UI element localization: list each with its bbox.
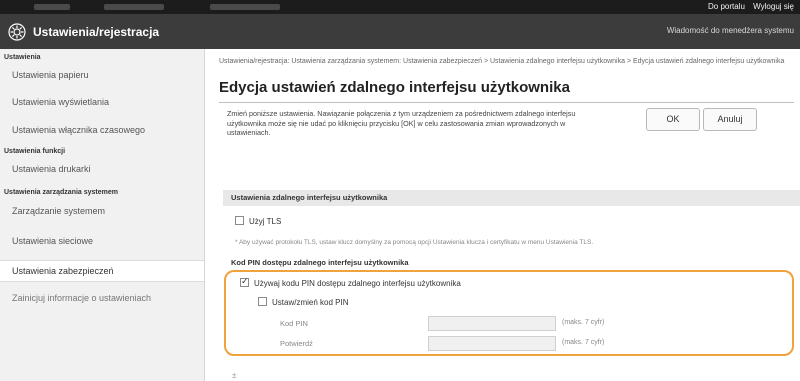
- sidebar-item-network-settings[interactable]: Ustawienia sieciowe: [0, 231, 204, 251]
- blurred-text: [34, 4, 70, 10]
- title-divider: [219, 102, 794, 103]
- use-pin-row[interactable]: Używaj kodu PIN dostępu zdalnego interfe…: [240, 276, 461, 289]
- cancel-button[interactable]: Anuluj: [703, 108, 757, 131]
- use-tls-label: Użyj TLS: [249, 217, 282, 226]
- page-title: Edycja ustawień zdalnego interfejsu użyt…: [219, 79, 570, 96]
- sidebar-item-system-management[interactable]: Zarządzanie systemem: [0, 201, 204, 221]
- title-bar: Ustawienia/rejestracja Wiadomość do mene…: [0, 14, 800, 49]
- portal-link[interactable]: Do portalu: [708, 2, 745, 11]
- pin-field-hint: (maks. 7 cyfr): [562, 319, 605, 326]
- confirm-pin-input[interactable]: [428, 336, 556, 351]
- use-pin-checkbox[interactable]: [240, 276, 249, 287]
- intro-text: Zmień poniższe ustawienia. Nawiązanie po…: [227, 109, 576, 137]
- sidebar-heading-system-management: Ustawienia zarządzania systemem: [4, 189, 118, 196]
- top-bar: Do portalu Wyloguj się: [0, 0, 800, 14]
- sidebar-item-initialize-settings[interactable]: Zainicjuj informacje o ustawieniach: [0, 288, 204, 308]
- set-pin-row[interactable]: Ustaw/zmień kod PIN: [258, 297, 348, 308]
- use-tls-checkbox[interactable]: [235, 216, 244, 225]
- use-tls-row[interactable]: Użyj TLS: [235, 216, 281, 227]
- pin-field-label: Kod PIN: [280, 319, 308, 328]
- use-pin-label: Używaj kodu PIN dostępu zdalnego interfe…: [254, 279, 461, 288]
- logout-link[interactable]: Wyloguj się: [753, 2, 794, 11]
- sidebar-heading-settings: Ustawienia: [4, 54, 41, 61]
- set-pin-label: Ustaw/zmień kod PIN: [272, 298, 349, 307]
- section-header-remote-ui: Ustawienia zdalnego interfejsu użytkowni…: [223, 190, 800, 206]
- confirm-field-hint: (maks. 7 cyfr): [562, 339, 605, 346]
- sidebar: Ustawienia Ustawienia papieru Ustawienia…: [0, 49, 205, 381]
- sidebar-item-timer-settings[interactable]: Ustawienia włącznika czasowego: [0, 120, 204, 140]
- ok-button[interactable]: OK: [646, 108, 700, 131]
- app-title: Ustawienia/rejestracja: [33, 25, 160, 39]
- blurred-text: [104, 4, 164, 10]
- set-pin-checkbox[interactable]: [258, 297, 267, 306]
- gear-icon: [8, 23, 26, 41]
- breadcrumb: Ustawienia/rejestracja: Ustawienia zarzą…: [219, 58, 785, 65]
- bottom-mark: ±: [232, 371, 237, 380]
- main-panel: Ustawienia/rejestracja: Ustawienia zarzą…: [205, 49, 800, 381]
- pin-input[interactable]: [428, 316, 556, 331]
- sidebar-item-security-settings[interactable]: Ustawienia zabezpieczeń: [0, 260, 204, 282]
- confirm-field-label: Potwierdź: [280, 339, 313, 348]
- pin-section-title: Kod PIN dostępu zdalnego interfejsu użyt…: [231, 258, 409, 267]
- tls-note: * Aby używać protokołu TLS, ustaw klucz …: [235, 239, 594, 246]
- sidebar-item-display-settings[interactable]: Ustawienia wyświetlania: [0, 92, 204, 112]
- sidebar-item-printer-settings[interactable]: Ustawienia drukarki: [0, 159, 204, 179]
- top-links: Do portalu Wyloguj się: [702, 2, 794, 11]
- sidebar-item-paper-settings[interactable]: Ustawienia papieru: [0, 65, 204, 85]
- sidebar-heading-function-settings: Ustawienia funkcji: [4, 148, 66, 155]
- blurred-text: [210, 4, 280, 10]
- admin-message-link[interactable]: Wiadomość do menedżera systemu: [667, 26, 794, 35]
